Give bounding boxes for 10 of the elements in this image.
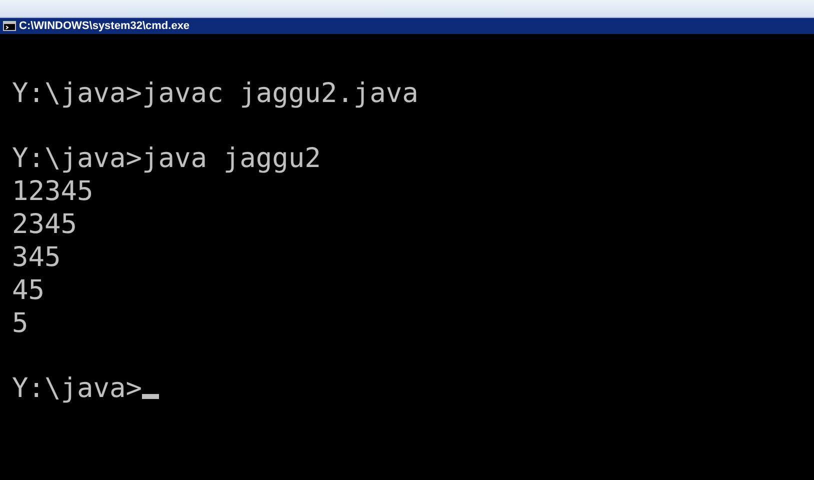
window-title: C:\WINDOWS\system32\cmd.exe [19,20,190,32]
console-line: 45 [12,274,45,307]
console-line: Y:\java>java jaggu2 [12,142,321,175]
console-line: 5 [12,307,28,340]
console-line: 12345 [12,175,94,208]
console-prompt: Y:\java> [12,372,142,405]
console-icon [3,21,16,31]
console-line: Y:\java>javac jaggu2.java [12,77,418,110]
console-line: 345 [12,241,61,274]
console-line: 2345 [12,208,78,241]
